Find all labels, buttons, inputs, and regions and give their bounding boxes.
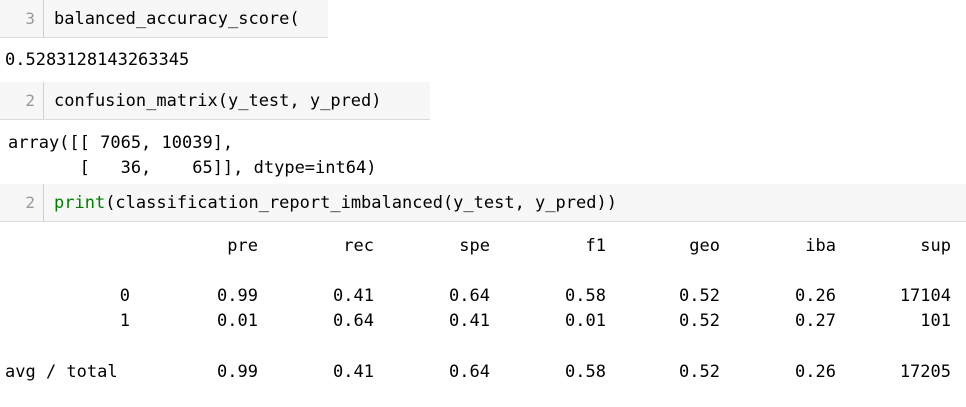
cell-pre: 0.99 [217,286,258,306]
row-label: avg / total [5,362,118,382]
cell-f1: 0.58 [565,362,606,382]
cell-geo: 0.52 [679,362,720,382]
code-input[interactable]: confusion_matrix(y_test, y_pred) [44,91,382,111]
cell-spe: 0.41 [449,311,490,331]
cell-geo: 0.52 [679,311,720,331]
cell-sup: 101 [920,311,951,331]
cell-sup: 17104 [899,286,951,306]
row-label: 0 [119,286,130,306]
cell-pre: 0.99 [217,362,258,382]
report-row-1: 1 0.01 0.64 0.41 0.01 0.52 0.27 101 [0,311,966,335]
line-number: 3 [0,0,44,37]
code-cell-classification-report[interactable]: 2 print(classification_report_imbalanced… [0,184,966,222]
cell-output-confusion-matrix-line-2: [ 36, 65]], dtype=int64) [8,158,377,178]
code-cell-balanced-accuracy[interactable]: 3 balanced_accuracy_score( [0,0,328,38]
header-pre: pre [227,236,258,256]
cell-spe: 0.64 [449,362,490,382]
cell-output-confusion-matrix-line-1: array([[ 7065, 10039], [8,133,234,153]
cell-output-balanced-accuracy: 0.5283128143263345 [5,50,190,70]
print-keyword: print [54,192,106,213]
cell-spe: 0.64 [449,286,490,306]
report-row-0: 0 0.99 0.41 0.64 0.58 0.52 0.26 17104 [0,286,966,310]
cell-rec: 0.64 [333,311,374,331]
row-label: 1 [119,311,130,331]
header-iba: iba [805,236,836,256]
header-geo: geo [689,236,720,256]
header-rec: rec [343,236,374,256]
code-input[interactable]: print(classification_report_imbalanced(y… [44,193,617,213]
code-rest: (classification_report_imbalanced(y_test… [105,192,617,213]
code-input[interactable]: balanced_accuracy_score( [44,9,300,29]
header-spe: spe [459,236,490,256]
cell-iba: 0.27 [795,311,836,331]
line-number: 2 [0,82,44,119]
cell-geo: 0.52 [679,286,720,306]
cell-rec: 0.41 [333,286,374,306]
report-row-avg-total: avg / total 0.99 0.41 0.64 0.58 0.52 0.2… [0,362,966,386]
header-f1: f1 [585,236,606,256]
cell-f1: 0.58 [565,286,606,306]
cell-f1: 0.01 [565,311,606,331]
cell-iba: 0.26 [795,362,836,382]
report-header-row: pre rec spe f1 geo iba sup [0,236,966,260]
cell-pre: 0.01 [217,311,258,331]
cell-rec: 0.41 [333,362,374,382]
code-cell-confusion-matrix[interactable]: 2 confusion_matrix(y_test, y_pred) [0,82,430,120]
cell-iba: 0.26 [795,286,836,306]
header-sup: sup [920,236,951,256]
line-number: 2 [0,184,44,221]
cell-sup: 17205 [899,362,951,382]
